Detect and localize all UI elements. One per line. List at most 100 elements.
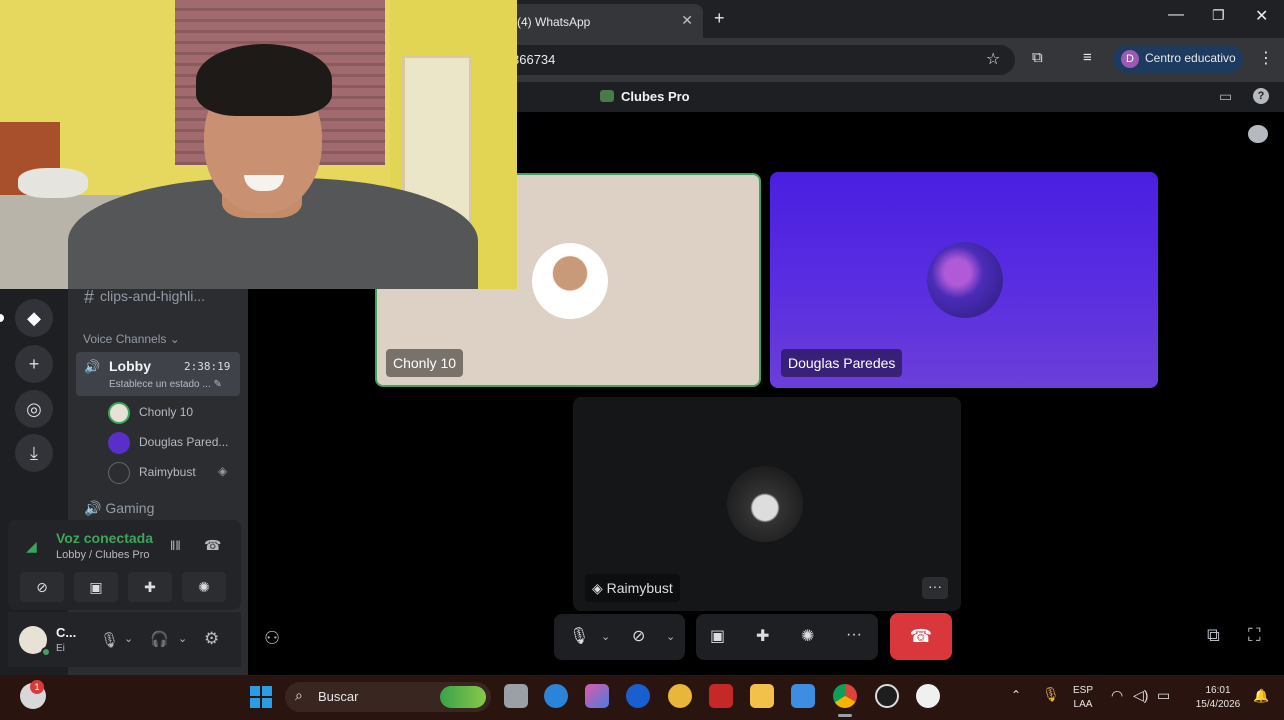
online-status-icon bbox=[41, 647, 51, 657]
webcam-person-hair bbox=[196, 44, 332, 116]
language-indicator[interactable]: ESP LAA bbox=[1073, 684, 1093, 712]
notification-bell-icon[interactable]: 🔔 bbox=[1253, 688, 1269, 704]
volume-icon[interactable]: ◁) bbox=[1133, 687, 1148, 704]
member-name: Douglas Pared... bbox=[139, 435, 229, 449]
new-tab-icon[interactable]: + bbox=[714, 8, 725, 29]
chat-bubble-icon[interactable] bbox=[1248, 125, 1268, 143]
voice-channel-timer: 2:38:19 bbox=[184, 360, 231, 373]
extensions-icon[interactable]: ⧉ bbox=[1032, 49, 1043, 66]
media-player-icon[interactable] bbox=[916, 684, 940, 708]
address-bar-text: 366734 bbox=[512, 52, 556, 67]
discord-home-button[interactable]: ◆ bbox=[15, 299, 53, 337]
explore-servers-button[interactable]: ◎ bbox=[15, 390, 53, 428]
speaker-icon: 🔊 bbox=[84, 500, 102, 516]
activity-button[interactable]: ✚ bbox=[128, 572, 172, 602]
chrome-icon[interactable] bbox=[833, 684, 857, 708]
add-server-button[interactable]: + bbox=[15, 345, 53, 383]
copilot-icon[interactable] bbox=[585, 684, 609, 708]
chevron-down-icon: ⌄ bbox=[169, 332, 180, 346]
more-icon[interactable]: ··· bbox=[846, 626, 862, 644]
bookmark-star-icon[interactable]: ☆ bbox=[986, 49, 1000, 69]
screen-share-icon[interactable]: ▣ bbox=[710, 626, 725, 646]
voice-channel-lobby[interactable]: 🔊 Lobby 2:38:19 Establece un estado ... … bbox=[76, 352, 240, 396]
chevron-down-icon[interactable]: ⌄ bbox=[601, 630, 610, 643]
voice-connected-panel: ◢ Voz conectada Lobby / Clubes Pro ǁǁ ☎ … bbox=[8, 520, 241, 610]
pencil-icon: ✎ bbox=[213, 379, 222, 390]
mcafee-icon[interactable] bbox=[709, 684, 733, 708]
notification-badge: 1 bbox=[30, 680, 44, 694]
profile-label: Centro educativo bbox=[1145, 51, 1236, 65]
profile-avatar: D bbox=[1121, 50, 1139, 68]
download-apps-button[interactable]: ⤓ bbox=[15, 434, 53, 472]
taskbar-clock[interactable]: 16:01 15/4/2026 bbox=[1190, 684, 1246, 712]
text-channel-label: clips-and-highli... bbox=[100, 288, 206, 304]
fullscreen-icon[interactable]: ⛶ bbox=[1248, 625, 1261, 646]
address-bar[interactable]: 366734 bbox=[430, 45, 1015, 75]
windows-start-icon[interactable] bbox=[250, 686, 272, 708]
webcam-overlay bbox=[0, 0, 517, 289]
microsoft-store-icon[interactable] bbox=[791, 684, 815, 708]
voice-connected-subtitle[interactable]: Lobby / Clubes Pro bbox=[56, 549, 150, 561]
activity-icon[interactable]: ✚ bbox=[756, 626, 769, 646]
user-panel: C... Ei 🎙 ⌄ 🎧 ⌄ ⚙ bbox=[8, 612, 241, 667]
voice-channel-status[interactable]: Establece un estado ... ✎ bbox=[109, 379, 222, 390]
window-maximize-icon[interactable]: ❐ bbox=[1212, 7, 1225, 24]
media-queue-icon[interactable]: ≡ bbox=[1083, 49, 1092, 66]
soundboard-button[interactable]: ✺ bbox=[182, 572, 226, 602]
app-icon[interactable] bbox=[668, 684, 692, 708]
camera-off-button[interactable]: ⊘ bbox=[20, 572, 64, 602]
window-minimize-icon[interactable]: — bbox=[1168, 6, 1184, 24]
member-name: Chonly 10 bbox=[139, 405, 194, 419]
taskbar-search-input[interactable]: ⌕ Buscar bbox=[285, 682, 491, 712]
profile-chip[interactable]: D Centro educativo bbox=[1113, 45, 1243, 73]
signal-icon[interactable]: ◢ bbox=[26, 538, 37, 555]
file-explorer-icon[interactable] bbox=[750, 684, 774, 708]
voice-member-chonly[interactable]: Chonly 10 bbox=[108, 400, 238, 424]
voice-connected-title[interactable]: Voz conectada bbox=[56, 530, 153, 546]
task-view-icon[interactable] bbox=[504, 684, 528, 708]
wifi-icon[interactable]: ◠ bbox=[1111, 687, 1123, 704]
headset-icon[interactable]: 🎧 bbox=[150, 630, 169, 648]
battery-icon[interactable]: ▭ bbox=[1157, 687, 1170, 704]
browser-tab-whatsapp[interactable]: (4) WhatsApp ✕ bbox=[505, 4, 703, 38]
chevron-down-icon[interactable]: ⌄ bbox=[124, 632, 133, 645]
voice-member-douglas[interactable]: Douglas Pared... bbox=[108, 430, 238, 454]
voice-channels-header[interactable]: Voice Channels ⌄ bbox=[83, 332, 180, 346]
app-icon[interactable] bbox=[875, 684, 899, 708]
inbox-icon[interactable]: ▭ bbox=[1219, 88, 1232, 105]
hp-icon[interactable] bbox=[626, 684, 650, 708]
chevron-down-icon[interactable]: ⌄ bbox=[666, 630, 675, 643]
user-name[interactable]: C... bbox=[56, 625, 76, 640]
voice-member-raimybust[interactable]: Raimybust ◈ bbox=[108, 460, 238, 484]
voice-channel-gaming[interactable]: 🔊 Gaming bbox=[84, 500, 154, 517]
chevron-up-icon[interactable]: ⌃ bbox=[1011, 688, 1021, 702]
video-tile-raimybust[interactable]: ◈ Raimybust ··· bbox=[573, 397, 961, 611]
screen-share-button[interactable]: ▣ bbox=[74, 572, 118, 602]
server-icon bbox=[600, 90, 614, 102]
disconnect-icon[interactable]: ☎ bbox=[204, 537, 221, 554]
invite-user-icon[interactable]: ⚇ bbox=[264, 628, 280, 649]
video-tile-douglas[interactable]: Douglas Paredes bbox=[770, 172, 1158, 388]
chevron-down-icon[interactable]: ⌄ bbox=[178, 632, 187, 645]
browser-menu-icon[interactable]: ⋮ bbox=[1258, 48, 1274, 68]
hash-icon: # bbox=[84, 287, 95, 307]
help-icon[interactable]: ? bbox=[1253, 88, 1269, 104]
window-close-icon[interactable]: ✕ bbox=[1255, 6, 1268, 26]
mic-in-use-icon[interactable]: 🎙 bbox=[1042, 686, 1060, 703]
hang-up-button[interactable]: ☎ bbox=[890, 613, 952, 660]
mic-icon[interactable]: 🎙 bbox=[569, 626, 589, 646]
tab-close-icon[interactable]: ✕ bbox=[681, 12, 693, 29]
playstation-icon: ◈ bbox=[218, 464, 228, 478]
more-options-button[interactable]: ··· bbox=[922, 577, 948, 599]
camera-off-icon[interactable]: ⊘ bbox=[632, 626, 645, 646]
soundboard-icon[interactable]: ✺ bbox=[801, 626, 814, 646]
mic-icon[interactable]: 🎙 bbox=[100, 631, 119, 649]
popout-icon[interactable]: ⧉ bbox=[1207, 625, 1220, 646]
user-status-text: Ei bbox=[56, 643, 65, 654]
avatar bbox=[927, 242, 1003, 318]
text-channel-clips[interactable]: # clips-and-highli... bbox=[84, 287, 205, 308]
gear-icon[interactable]: ⚙ bbox=[204, 629, 219, 649]
search-highlight-image bbox=[440, 686, 486, 708]
noise-suppression-icon[interactable]: ǁǁ bbox=[170, 538, 181, 553]
edge-icon[interactable] bbox=[544, 684, 568, 708]
